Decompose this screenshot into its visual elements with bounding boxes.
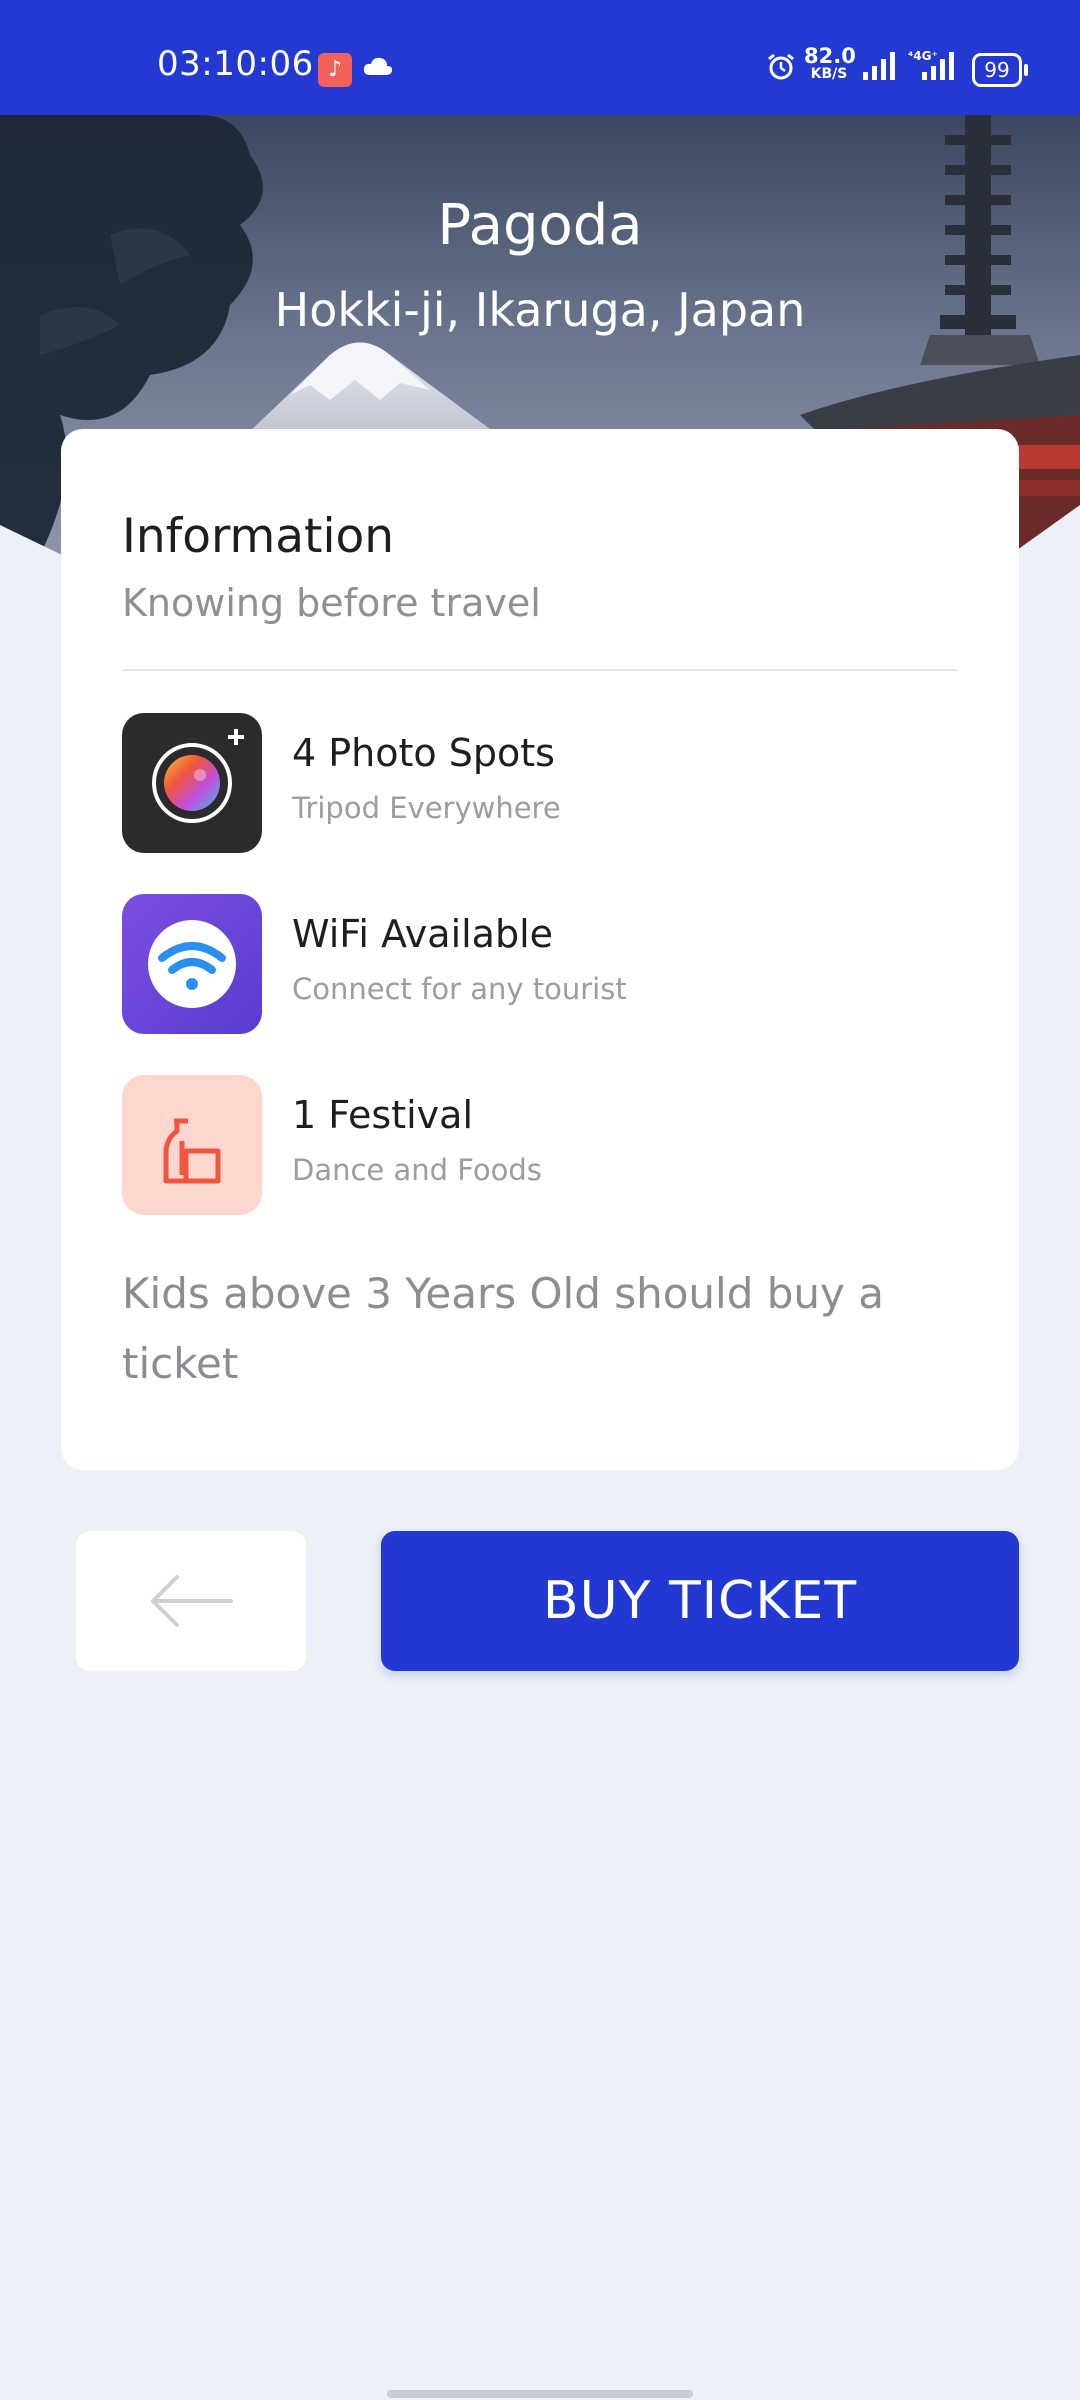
feature-title: WiFi Available: [292, 912, 554, 956]
bottle-cup-icon: [122, 1075, 262, 1215]
feature-subtitle: Dance and Foods: [292, 1153, 542, 1187]
information-card: Information Knowing before travel 4 Phot…: [61, 429, 1019, 1470]
signal-4g-icon: ⁴4G⁺: [908, 49, 954, 80]
feature-wifi: WiFi Available Connect for any tourist: [122, 894, 962, 1034]
buy-ticket-button[interactable]: BUY TICKET: [381, 1531, 1019, 1671]
place-location: Hokki-ji, Ikaruga, Japan: [274, 283, 806, 337]
alarm-icon: [768, 53, 794, 80]
signal-icon: [863, 52, 895, 80]
feature-title: 1 Festival: [292, 1093, 474, 1137]
feature-photo-spots: 4 Photo Spots Tripod Everywhere: [122, 713, 962, 853]
card-subtitle: Knowing before travel: [122, 581, 541, 625]
cloud-icon: [363, 57, 393, 75]
feature-subtitle: Tripod Everywhere: [292, 791, 561, 825]
network-speed: 82.0 KB/S: [804, 44, 856, 82]
wifi-icon: [122, 894, 262, 1034]
ticket-note: Kids above 3 Years Old should buy a tick…: [122, 1269, 884, 1388]
status-bar: 03:10:06 ♪ 82.0 KB/S ⁴4G⁺ 99: [0, 0, 1080, 115]
music-app-icon: ♪: [318, 53, 352, 87]
feature-title: 4 Photo Spots: [292, 731, 555, 775]
back-button[interactable]: [76, 1531, 306, 1671]
speed-value: 82.0: [804, 44, 856, 68]
feature-subtitle: Connect for any tourist: [292, 972, 627, 1006]
svg-text:⁴4G⁺: ⁴4G⁺: [908, 49, 938, 63]
home-indicator[interactable]: [387, 2390, 693, 2398]
divider: [122, 669, 958, 671]
status-time: 03:10:06: [157, 44, 314, 84]
battery-icon: 99: [972, 53, 1028, 87]
place-title: Pagoda: [437, 193, 643, 258]
camera-icon: [122, 713, 262, 853]
card-title: Information: [122, 509, 395, 564]
feature-festival: 1 Festival Dance and Foods: [122, 1075, 962, 1215]
arrow-left-icon: [151, 1575, 233, 1627]
speed-unit: KB/S: [810, 66, 848, 82]
